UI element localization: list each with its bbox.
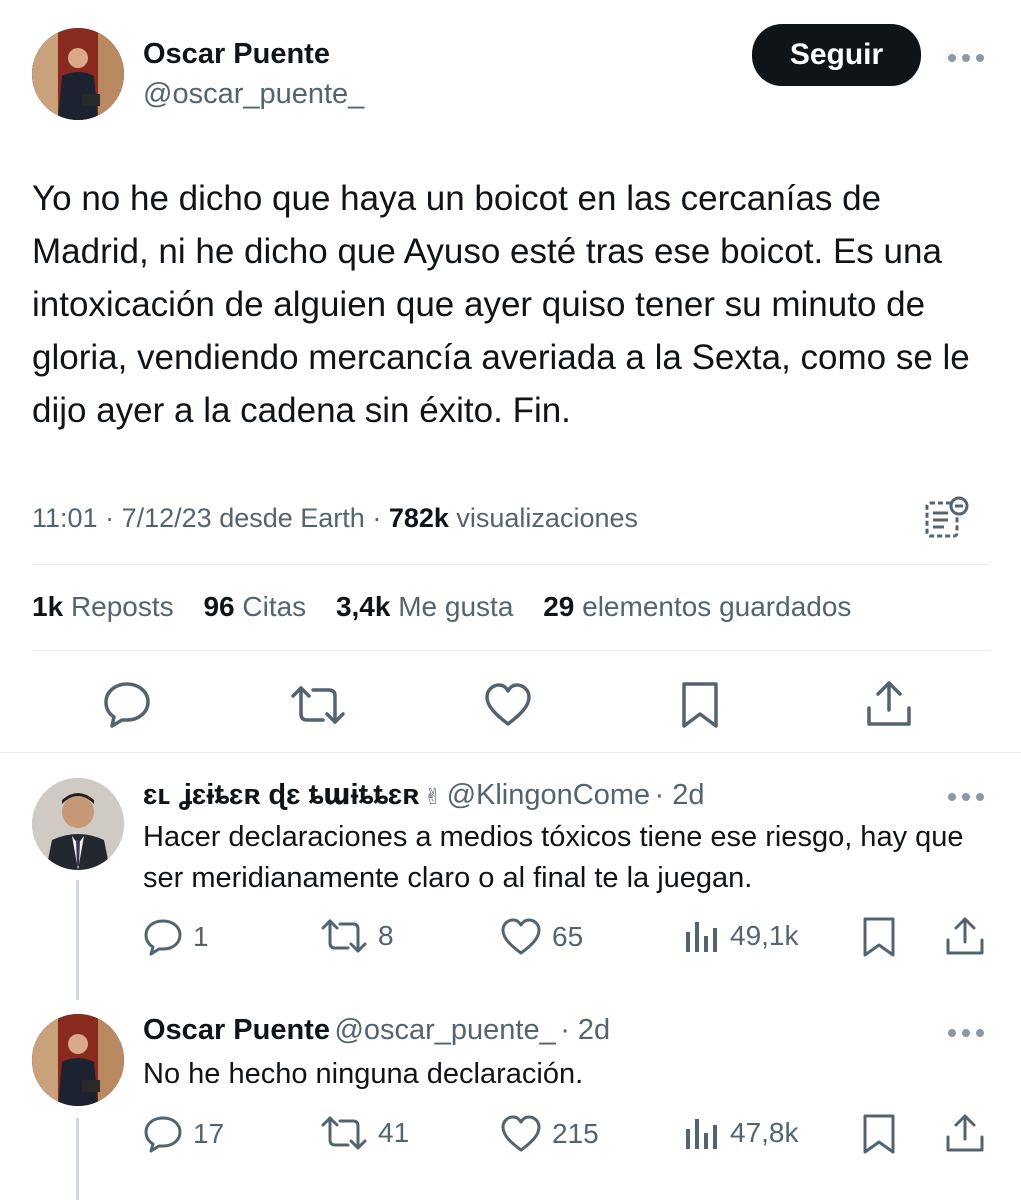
reply-icon[interactable] bbox=[102, 680, 152, 728]
divider bbox=[0, 752, 1021, 753]
translate-post-icon[interactable] bbox=[924, 494, 970, 545]
more-dots-icon[interactable] bbox=[946, 40, 986, 70]
bookmarks-stat[interactable]: 29 elementos guardados bbox=[543, 591, 851, 622]
reply-like-action[interactable]: 65 bbox=[500, 918, 583, 956]
reply-text: No he hecho ninguna declaración. bbox=[143, 1058, 584, 1090]
like-icon[interactable] bbox=[483, 682, 533, 728]
peace-emoji: ✌ bbox=[423, 784, 443, 809]
views-count: 782k bbox=[388, 503, 449, 533]
reply-avatar[interactable] bbox=[32, 1014, 124, 1106]
views-label: visualizaciones bbox=[456, 503, 638, 533]
follow-button[interactable]: Seguir bbox=[752, 24, 921, 86]
author-name[interactable]: Oscar Puente bbox=[143, 38, 330, 71]
bookmark-icon[interactable] bbox=[680, 680, 720, 730]
reposts-stat[interactable]: 1k Reposts bbox=[32, 591, 174, 622]
reply-time[interactable]: · 2d bbox=[655, 779, 705, 811]
share-icon[interactable] bbox=[864, 680, 914, 728]
thread-line bbox=[76, 880, 79, 1000]
reply-header: ɛʟ ʝɛɨȶɛʀ ɖɛ ȶաɨȶȶɛʀ ✌ @KlingonCome · 2d bbox=[143, 777, 705, 812]
reply-avatar[interactable] bbox=[32, 778, 124, 870]
reply-time[interactable]: · 2d bbox=[560, 1014, 610, 1046]
repost-icon[interactable] bbox=[289, 684, 347, 726]
tweet-text: Yo no he dicho que haya un boicot en las… bbox=[32, 179, 970, 430]
reply-reply-action[interactable]: 17 bbox=[143, 1115, 224, 1153]
divider bbox=[32, 650, 990, 651]
tweet-source: desde Earth bbox=[219, 503, 365, 533]
reply-share-icon[interactable] bbox=[944, 1113, 986, 1158]
author-avatar[interactable] bbox=[32, 28, 124, 120]
reply-count: 17 bbox=[193, 1118, 225, 1149]
like-count: 65 bbox=[552, 921, 584, 952]
reply-share-icon[interactable] bbox=[944, 916, 986, 961]
reply-author-handle[interactable]: @oscar_puente_ bbox=[334, 1014, 555, 1046]
reply-bookmark-icon[interactable] bbox=[862, 1113, 896, 1160]
tweet-meta: 11:01 · 7/12/23 desde Earth · 782k visua… bbox=[32, 503, 638, 533]
like-count: 215 bbox=[552, 1118, 599, 1149]
reply-more-icon[interactable] bbox=[946, 790, 986, 808]
reply-header: Oscar Puente @oscar_puente_ · 2d bbox=[143, 1014, 610, 1047]
reply-count: 1 bbox=[193, 921, 209, 952]
reply-author-name[interactable]: Oscar Puente bbox=[143, 1014, 330, 1046]
reply-reply-action[interactable]: 1 bbox=[143, 918, 209, 956]
quotes-stat[interactable]: 96 Citas bbox=[203, 591, 306, 622]
thread-line bbox=[76, 1118, 79, 1200]
divider bbox=[32, 564, 990, 565]
repost-count: 8 bbox=[378, 920, 394, 951]
tweet-date[interactable]: 7/12/23 bbox=[122, 503, 212, 533]
views-count: 47,8k bbox=[730, 1117, 799, 1148]
reply-author-handle[interactable]: @KlingonCome bbox=[447, 779, 651, 811]
reply-more-icon[interactable] bbox=[946, 1026, 986, 1044]
reply-repost-action[interactable]: 8 bbox=[320, 918, 394, 954]
reply-text: Hacer declaraciones a medios tóxicos tie… bbox=[143, 821, 964, 894]
reply-bookmark-icon[interactable] bbox=[862, 916, 896, 963]
tweet-stats: 1k Reposts 96 Citas 3,4k Me gusta 29 ele… bbox=[32, 591, 873, 623]
likes-stat[interactable]: 3,4k Me gusta bbox=[336, 591, 513, 622]
reply-views-action[interactable]: 49,1k bbox=[684, 918, 799, 954]
tweet-time[interactable]: 11:01 bbox=[32, 503, 98, 533]
author-handle[interactable]: @oscar_puente_ bbox=[143, 78, 364, 111]
reply-like-action[interactable]: 215 bbox=[500, 1115, 599, 1153]
reply-views-action[interactable]: 47,8k bbox=[684, 1115, 799, 1151]
reply-author-name[interactable]: ɛʟ ʝɛɨȶɛʀ ɖɛ ȶաɨȶȶɛʀ bbox=[143, 779, 419, 811]
repost-count: 41 bbox=[378, 1117, 410, 1148]
views-count: 49,1k bbox=[730, 920, 799, 951]
reply-repost-action[interactable]: 41 bbox=[320, 1115, 409, 1151]
